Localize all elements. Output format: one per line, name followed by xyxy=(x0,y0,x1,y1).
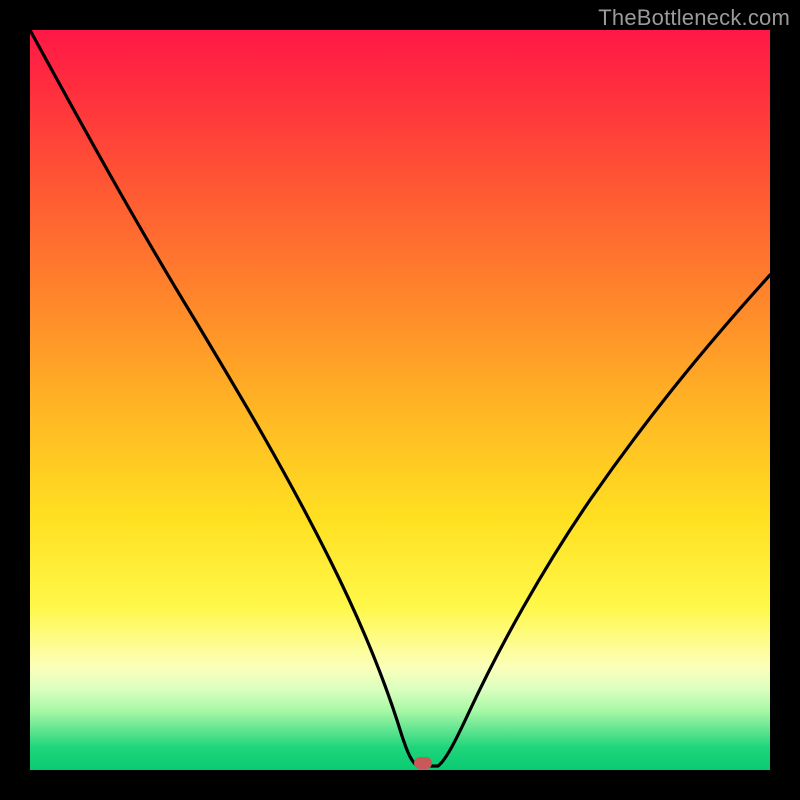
curve-layer xyxy=(30,30,770,770)
optimal-point-marker xyxy=(414,757,432,769)
chart-frame: TheBottleneck.com xyxy=(0,0,800,800)
plot-area xyxy=(30,30,770,770)
watermark-text: TheBottleneck.com xyxy=(598,5,790,31)
bottleneck-curve-path xyxy=(30,30,770,766)
